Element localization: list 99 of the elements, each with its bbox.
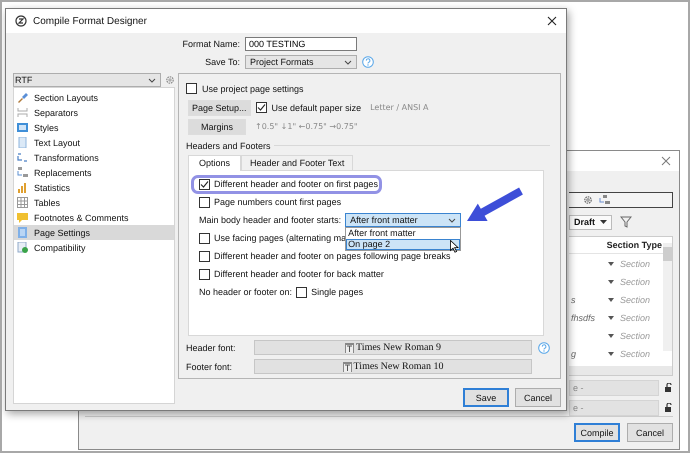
document-check-icon	[17, 242, 28, 253]
caret-down-icon[interactable]	[608, 280, 614, 284]
sidebar-item[interactable]: Text Layout	[14, 135, 174, 150]
separator-icon	[17, 107, 28, 118]
field-label: Footer font:	[186, 362, 234, 372]
scrollbar[interactable]	[663, 242, 672, 351]
table-cell-text: Section	[620, 258, 652, 269]
caret-down-icon[interactable]	[608, 352, 614, 356]
save-to-dropdown[interactable]: Project Formats	[245, 55, 357, 69]
checkbox[interactable]	[296, 286, 308, 298]
window-title: Compile Format Designer	[33, 16, 147, 26]
table-cell-text: Section	[620, 312, 652, 323]
table-cell-text: s	[570, 294, 576, 305]
note-icon	[17, 212, 28, 223]
search-field[interactable]	[569, 192, 673, 208]
view-dropdown[interactable]: Draft	[569, 214, 612, 230]
option-label: Main body header and footer starts:	[199, 215, 342, 226]
replace-icon[interactable]	[599, 194, 611, 205]
footer-font-button[interactable]: Times New Roman 10	[254, 359, 532, 374]
format-dropdown[interactable]: RTF	[13, 73, 161, 87]
sidebar-item[interactable]: Tables	[14, 195, 174, 210]
scrollbar[interactable]	[569, 366, 672, 375]
sidebar-item[interactable]: Replacements	[14, 165, 174, 180]
table-cell-text: Section	[620, 348, 652, 359]
margins-button[interactable]: Margins	[188, 118, 246, 134]
settings-icon[interactable]	[165, 75, 175, 85]
replace-icon	[17, 167, 28, 178]
section-title: Headers and Footers	[186, 140, 271, 151]
page-setup-button[interactable]: Page Setup...	[188, 100, 251, 116]
sidebar-item[interactable]: Transformations	[14, 150, 174, 165]
caret-down-icon[interactable]	[608, 298, 614, 302]
page-icon	[17, 137, 28, 148]
sidebar-item[interactable]: Footnotes & Comments	[14, 210, 174, 225]
checkbox[interactable]	[199, 196, 210, 208]
checkbox[interactable]	[199, 178, 210, 190]
styles-icon	[17, 122, 28, 133]
cancel-button[interactable]: Cancel	[515, 388, 561, 407]
tab[interactable]: Options	[188, 155, 242, 172]
paintbrush-icon	[17, 92, 28, 103]
checkbox[interactable]	[186, 83, 197, 94]
option-label: No header or footer on:	[199, 287, 292, 298]
caret-icon	[600, 220, 608, 224]
caret-down-icon[interactable]	[608, 262, 614, 266]
lock-icon[interactable]	[665, 403, 673, 412]
table-cell-text: Section	[620, 294, 652, 305]
checkbox-label: Page numbers count first pages	[214, 197, 342, 208]
table-cell-text: g	[570, 348, 576, 359]
field-label: Header font:	[186, 342, 237, 352]
sidebar-item[interactable]: Page Settings	[14, 225, 174, 240]
format-name-field[interactable]: 000 TESTING	[245, 37, 357, 51]
column-header[interactable]: Section Type	[606, 240, 662, 250]
checkbox-label: Different header and footer on pages following page breaks	[214, 251, 450, 262]
checkbox-label: Use project page settings	[202, 84, 304, 94]
close-icon[interactable]	[547, 16, 557, 26]
sidebar-item[interactable]: Statistics	[14, 180, 174, 195]
table-cell-text: Section	[620, 276, 652, 287]
start-dropdown[interactable]: After front matter	[345, 213, 462, 228]
dropdown-option[interactable]: On page 2	[346, 239, 460, 250]
checkbox-label: Use default paper size	[272, 102, 362, 112]
bar-chart-icon	[17, 182, 28, 193]
checkbox-label: Single pages	[311, 287, 364, 298]
checkbox-label: Different header and footer for back matter	[214, 269, 384, 280]
margins-text: ↑0.5" ↓1" ←0.75" →0.75"	[255, 122, 358, 131]
checkbox[interactable]	[199, 250, 210, 262]
paper-size-text: Letter / ANSI A	[370, 103, 429, 112]
font-icon	[345, 342, 354, 352]
font-icon	[342, 362, 352, 372]
chevron-icon	[148, 78, 156, 82]
field-label: Format Name:	[181, 39, 240, 49]
grid-icon	[17, 197, 28, 208]
chevron-icon	[448, 218, 456, 223]
help-icon[interactable]	[362, 56, 374, 68]
tab[interactable]: Header and Footer Text	[241, 155, 354, 170]
header-font-button[interactable]: Times New Roman 9	[254, 340, 532, 355]
help-icon[interactable]	[538, 342, 550, 354]
caret-down-icon[interactable]	[608, 334, 614, 338]
page-grid-icon	[17, 227, 28, 238]
filter-icon[interactable]	[620, 216, 632, 228]
cancel-button[interactable]: Cancel	[627, 423, 673, 442]
save-button[interactable]: Save	[463, 388, 509, 407]
chevron-icon	[344, 60, 352, 64]
arrows-icon	[17, 152, 28, 163]
table-cell-text: Section	[620, 330, 652, 341]
sidebar-item[interactable]: Section Layouts	[14, 90, 174, 105]
checkbox-label: Different header and footer on first pages	[214, 179, 378, 190]
dropdown-option[interactable]: After front matter	[346, 228, 460, 240]
table-cell-text: fhsdfs	[570, 312, 596, 323]
sidebar-item[interactable]: Compatibility	[14, 240, 174, 255]
checkbox[interactable]	[199, 232, 210, 244]
field-label: Save To:	[204, 57, 240, 67]
checkbox[interactable]	[199, 268, 210, 280]
caret-down-icon[interactable]	[608, 316, 614, 320]
checkbox[interactable]	[256, 102, 267, 113]
settings-icon[interactable]	[583, 194, 593, 205]
sidebar-item[interactable]: Separators	[14, 105, 174, 120]
sidebar-item[interactable]: Styles	[14, 120, 174, 135]
lock-icon[interactable]	[665, 383, 673, 392]
compile-button[interactable]: Compile	[574, 423, 620, 442]
app-icon	[15, 15, 27, 27]
